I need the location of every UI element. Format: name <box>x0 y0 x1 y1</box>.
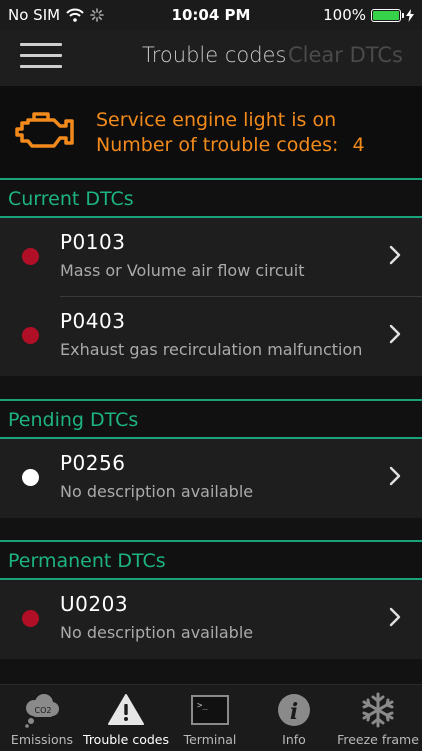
section-title: Current DTCs <box>8 188 134 210</box>
menu-icon[interactable] <box>20 43 62 73</box>
engine-warning-banner: Service engine light is on Number of tro… <box>0 86 422 178</box>
dtc-row-p0403[interactable]: P0403 Exhaust gas recirculation malfunct… <box>0 297 422 376</box>
section-header-current: Current DTCs <box>0 178 422 218</box>
tab-label: Freeze frame <box>337 732 419 747</box>
dtc-row-u0203[interactable]: U0203 No description available <box>0 580 422 659</box>
dtc-code: U0203 <box>60 592 129 616</box>
battery-icon <box>371 8 404 22</box>
trouble-code-count: 4 <box>352 134 365 156</box>
dtc-code: P0403 <box>60 309 126 333</box>
dtc-description: No description available <box>60 482 254 501</box>
section-gap <box>0 518 422 540</box>
dtc-description: No description available <box>60 623 254 642</box>
warning-triangle-icon <box>108 694 144 725</box>
tab-trouble-codes[interactable]: Trouble codes <box>83 685 169 751</box>
terminal-icon: >_ <box>191 695 229 725</box>
tab-emissions[interactable]: CO2 Emissions <box>0 685 84 751</box>
clear-dtcs-button[interactable]: Clear DTCs <box>288 43 403 67</box>
trouble-code-count-label: Number of trouble codes: <box>96 134 339 156</box>
banner-text: Service engine light is on Number of tro… <box>96 108 365 158</box>
cloud-co2-icon: CO2 <box>25 694 59 728</box>
page-title: Trouble codes <box>142 43 287 67</box>
chevron-right-icon <box>389 324 401 344</box>
svg-text:i: i <box>290 699 298 725</box>
tab-bar: CO2 Emissions Trouble codes >_ Terminal … <box>0 684 422 751</box>
dtc-code: P0256 <box>60 451 126 475</box>
status-dot-icon <box>22 610 39 627</box>
chevron-right-icon <box>389 607 401 627</box>
tab-terminal[interactable]: >_ Terminal <box>168 685 252 751</box>
status-bar: No SIM 10:04 PM 100% <box>0 0 422 30</box>
svg-text:>_: >_ <box>197 701 208 711</box>
trouble-code-count-line: Number of trouble codes: 4 <box>96 133 365 158</box>
svg-text:CO2: CO2 <box>35 706 52 715</box>
section-title: Pending DTCs <box>8 409 139 431</box>
section-header-pending: Pending DTCs <box>0 399 422 439</box>
dtc-code: P0103 <box>60 230 126 254</box>
status-dot-icon <box>22 469 39 486</box>
dtc-row-p0256[interactable]: P0256 No description available <box>0 439 422 518</box>
nav-bar: Trouble codes Clear DTCs <box>0 30 422 86</box>
status-dot-icon <box>22 327 39 344</box>
snowflake-icon <box>362 692 394 728</box>
battery-percent: 100% <box>323 6 366 24</box>
charging-bolt-icon <box>406 8 414 22</box>
tab-info[interactable]: i Info <box>252 685 336 751</box>
tab-freeze-frame[interactable]: Freeze frame <box>336 685 420 751</box>
check-engine-icon <box>15 112 74 148</box>
dtc-description: Exhaust gas recirculation malfunction <box>60 340 363 359</box>
chevron-right-icon <box>389 245 401 265</box>
section-header-permanent: Permanent DTCs <box>0 540 422 580</box>
dtc-row-p0103[interactable]: P0103 Mass or Volume air flow circuit <box>0 218 422 297</box>
section-title: Permanent DTCs <box>8 550 166 572</box>
info-icon: i <box>278 694 310 726</box>
section-gap <box>0 376 422 398</box>
status-right: 100% <box>323 6 414 24</box>
engine-light-status: Service engine light is on <box>96 109 337 131</box>
chevron-right-icon <box>389 466 401 486</box>
dtc-description: Mass or Volume air flow circuit <box>60 261 305 280</box>
status-dot-icon <box>22 248 39 265</box>
